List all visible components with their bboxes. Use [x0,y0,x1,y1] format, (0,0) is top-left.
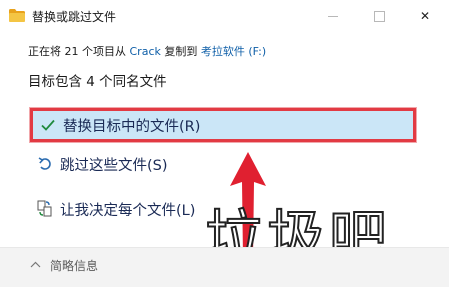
maximize-button[interactable] [356,0,402,32]
checkmark-icon [37,119,59,131]
close-button[interactable]: ✕ [402,0,448,32]
decide-each-file-label: 让我决定每个文件(L) [60,202,196,219]
minimize-icon [328,15,338,17]
title-bar: 替换或跳过文件 ✕ [0,0,449,32]
details-label: 简略信息 [50,259,99,273]
window-title: 替换或跳过文件 [32,10,117,24]
progress-middle: 复制到 [164,45,198,58]
conflict-heading: 目标包含 4 个同名文件 [28,74,167,90]
decide-files-icon [34,200,56,218]
close-icon: ✕ [419,9,431,23]
replace-files-option[interactable]: 替换目标中的文件(R) [29,107,417,143]
progress-prefix: 正在将 21 个项目从 [28,45,126,58]
maximize-icon [373,10,385,22]
destination-folder-link[interactable]: 考拉软件 (F:) [201,45,266,58]
source-folder-link[interactable]: Crack [130,45,161,58]
skip-files-label: 跳过这些文件(S) [60,157,168,174]
chevron-up-icon [30,261,41,268]
folder-icon [9,9,25,22]
replace-files-label: 替换目标中的文件(R) [63,118,201,135]
skip-files-option[interactable]: 跳过这些文件(S) [30,147,416,181]
copy-progress-text: 正在将 21 个项目从 Crack 复制到 考拉软件 (F:) [28,43,266,59]
minimize-button[interactable] [310,0,356,32]
details-toggle[interactable]: 简略信息 [30,257,98,274]
skip-arrow-icon [34,157,56,171]
